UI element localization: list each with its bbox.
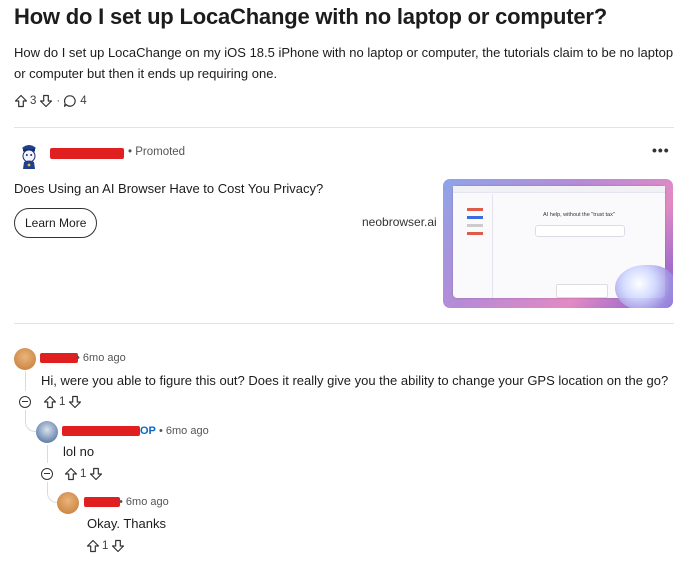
upvote-icon[interactable]	[14, 94, 28, 108]
avatar[interactable]	[36, 421, 58, 443]
comment-timestamp: • 6mo ago	[76, 352, 126, 364]
learn-more-button[interactable]: Learn More	[14, 208, 98, 238]
post-upvote-count: 3	[30, 95, 37, 107]
username-redacted[interactable]	[84, 497, 120, 507]
downvote-icon[interactable]	[111, 539, 125, 553]
divider	[14, 323, 674, 324]
comment-vote-count: 1	[102, 540, 109, 552]
comment-timestamp: • 6mo ago	[119, 496, 169, 508]
downvote-icon[interactable]	[89, 467, 103, 481]
post-body: How do I set up LocaChange on my iOS 18.…	[14, 45, 674, 81]
collapse-thread-icon[interactable]	[19, 396, 31, 408]
post-comment-count: 4	[80, 95, 87, 107]
comment-action-bar: 1	[86, 539, 125, 553]
avatar[interactable]	[57, 492, 79, 514]
comment-meta: OP • 6mo ago	[140, 425, 209, 437]
ad-headline[interactable]: Does Using an AI Browser Have to Cost Yo…	[14, 181, 323, 196]
promoted-label: • Promoted	[128, 146, 186, 158]
username-redacted[interactable]	[40, 353, 78, 363]
comment-vote-count: 1	[59, 396, 66, 408]
upvote-icon[interactable]	[64, 467, 78, 481]
upvote-icon[interactable]	[43, 395, 57, 409]
downvote-icon[interactable]	[39, 94, 53, 108]
collapse-thread-icon[interactable]	[41, 468, 53, 480]
comment-text: lol no	[63, 444, 95, 459]
comment-vote-count: 1	[80, 468, 87, 480]
separator-dot: ·	[56, 95, 61, 107]
ad-domain[interactable]: neobrowser.ai	[362, 215, 437, 229]
advertiser-name-redacted[interactable]	[50, 148, 124, 159]
ad-image-tagline: AI help, without the "trust tax"	[543, 212, 615, 218]
more-options-icon[interactable]: •••	[652, 142, 670, 158]
username-redacted[interactable]	[62, 426, 140, 436]
downvote-icon[interactable]	[68, 395, 82, 409]
comment-action-bar: 1	[64, 467, 103, 481]
comment-timestamp: • 6mo ago	[158, 425, 209, 437]
upvote-icon[interactable]	[86, 539, 100, 553]
comment-action-bar: 1	[43, 395, 82, 409]
comment-icon[interactable]	[63, 94, 77, 108]
divider	[14, 127, 674, 128]
comment-text: Hi, were you able to figure this out? Do…	[41, 373, 669, 388]
post-title: How do I set up LocaChange with no lapto…	[14, 4, 607, 29]
ad-image-glass-shape	[615, 265, 673, 308]
mascot-avatar-icon[interactable]	[14, 140, 44, 170]
op-badge: OP	[140, 425, 156, 437]
post-action-bar: 3 · 4	[14, 94, 90, 108]
ad-image[interactable]: AI help, without the "trust tax"	[443, 179, 673, 308]
comment-text: Okay. Thanks	[87, 516, 166, 531]
avatar[interactable]	[14, 348, 36, 370]
